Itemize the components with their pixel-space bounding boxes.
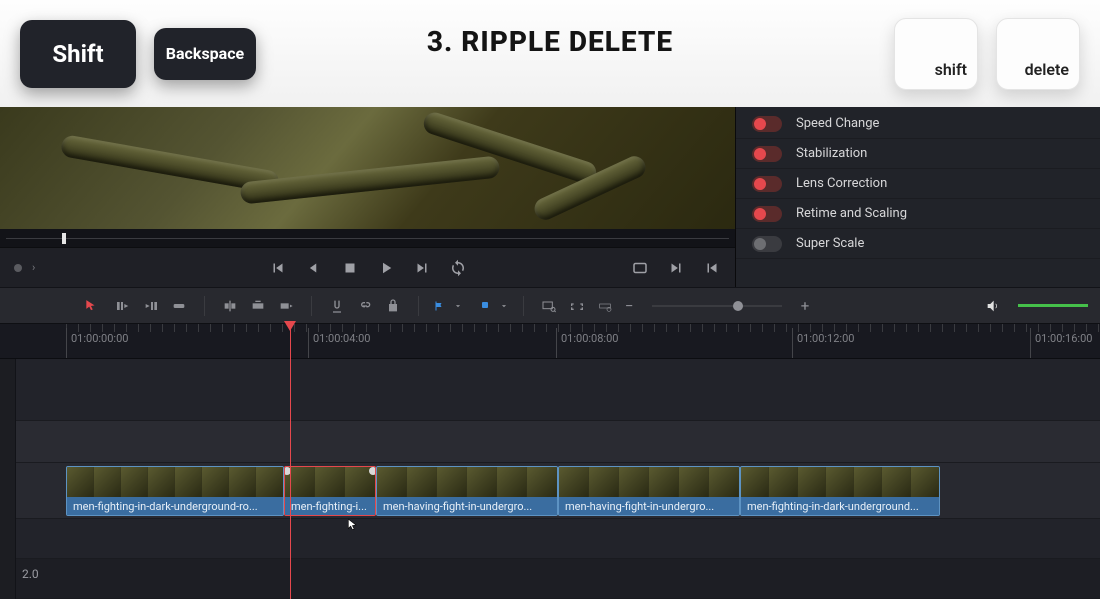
inspector-row[interactable]: Lens Correction [736, 169, 1100, 199]
clip-label: men-fighting-i... [285, 497, 375, 516]
video-clip[interactable]: men-having-fight-in-undergro... [376, 466, 558, 516]
inspector-row[interactable]: Super Scale [736, 229, 1100, 259]
loop-icon[interactable] [449, 259, 467, 277]
prev-clip-icon[interactable] [269, 259, 287, 277]
timeline-toolbar: − + [0, 287, 1100, 323]
inspector-label: Speed Change [796, 116, 879, 131]
ruler-tick: 01:00:12:00 [792, 328, 854, 358]
video-clip-selected[interactable]: men-fighting-i... [284, 466, 376, 516]
ruler-tick: 01:00:08:00 [556, 328, 618, 358]
in-point-marker[interactable] [62, 233, 66, 244]
link-icon[interactable] [354, 295, 376, 317]
timeline-tracks[interactable]: 2.0 men-fighting-in-dark-underground-ro.… [0, 359, 1100, 599]
inspector-label: Lens Correction [796, 176, 887, 191]
viewer-video[interactable] [0, 107, 735, 229]
key-shift: Shift [20, 20, 136, 88]
go-end-icon[interactable] [667, 259, 685, 277]
audio-level-label: 2.0 [22, 567, 39, 581]
video-clip[interactable]: men-fighting-in-dark-underground-ro... [66, 466, 284, 516]
toggle-icon[interactable] [752, 116, 782, 132]
clip-label: men-fighting-in-dark-underground-ro... [67, 497, 283, 516]
transport-bar: › [0, 247, 735, 287]
stop-icon[interactable] [341, 259, 359, 277]
tutorial-banner: Shift Backspace 3. RIPPLE DELETE shift d… [0, 0, 1100, 107]
key-delete-right: delete [996, 18, 1080, 90]
clip-label: men-having-fight-in-undergro... [377, 497, 557, 516]
inspector-row[interactable]: Stabilization [736, 139, 1100, 169]
timeline-ruler[interactable]: 01:00:00:00 01:00:04:00 01:00:08:00 01:0… [0, 323, 1100, 359]
volume-slider[interactable] [1018, 304, 1088, 307]
mouse-cursor-icon [346, 516, 360, 534]
selection-tool-icon[interactable] [84, 299, 98, 313]
zoom-out-button[interactable]: − [622, 299, 636, 313]
toggle-icon[interactable] [752, 236, 782, 252]
key-shift-right: shift [894, 18, 978, 90]
zoom-slider[interactable] [652, 305, 782, 307]
viewer-scrubber[interactable] [0, 229, 735, 247]
overwrite-icon[interactable] [247, 295, 269, 317]
viewer-panel: › [0, 107, 735, 287]
trim-in-icon[interactable] [112, 295, 134, 317]
ruler-tick: 01:00:04:00 [308, 328, 370, 358]
flag-blue-icon[interactable] [433, 299, 445, 313]
snap-icon[interactable] [326, 295, 348, 317]
playhead[interactable] [290, 323, 291, 599]
trim-out-icon[interactable] [140, 295, 162, 317]
inspector-label: Retime and Scaling [796, 206, 907, 221]
marker-blue-icon[interactable] [479, 299, 491, 313]
zoom-in-button[interactable]: + [798, 299, 812, 313]
go-start-icon[interactable] [703, 259, 721, 277]
blade-tool-icon[interactable] [168, 295, 190, 317]
replace-icon[interactable] [275, 295, 297, 317]
play-icon[interactable] [377, 259, 395, 277]
clip-handle-right[interactable] [369, 467, 376, 475]
video-editor-app: › Speed Change Stabilizatio [0, 107, 1100, 598]
status-dot [14, 264, 22, 272]
video-clip[interactable]: men-fighting-in-dark-underground... [740, 466, 940, 516]
ruler-tick: 01:00:00:00 [66, 328, 128, 358]
video-clip[interactable]: men-having-fight-in-undergro... [558, 466, 740, 516]
step-back-icon[interactable] [305, 259, 323, 277]
insert-icon[interactable] [219, 295, 241, 317]
toggle-icon[interactable] [752, 206, 782, 222]
lock-icon[interactable] [382, 295, 404, 317]
inspector-panel: Speed Change Stabilization Lens Correcti… [735, 107, 1100, 287]
ruler-tick: 01:00:16:00 [1030, 328, 1092, 358]
banner-title: 3. RIPPLE DELETE [427, 25, 673, 58]
search-timeline-icon[interactable] [538, 295, 560, 317]
volume-icon[interactable] [982, 295, 1004, 317]
clip-label: men-having-fight-in-undergro... [559, 497, 739, 516]
chevron-down-icon[interactable] [499, 301, 509, 311]
inspector-row[interactable]: Retime and Scaling [736, 199, 1100, 229]
inspector-row[interactable]: Speed Change [736, 109, 1100, 139]
next-clip-icon[interactable] [413, 259, 431, 277]
inspector-label: Stabilization [796, 146, 867, 161]
key-backspace: Backspace [154, 28, 256, 80]
chevron-down-icon[interactable] [453, 301, 463, 311]
track-gutter [0, 359, 16, 599]
zoom-detail-icon[interactable] [594, 295, 616, 317]
match-frame-icon[interactable] [631, 259, 649, 277]
inspector-label: Super Scale [796, 236, 864, 251]
chevron-right-icon[interactable]: › [32, 261, 35, 274]
toggle-icon[interactable] [752, 146, 782, 162]
toggle-icon[interactable] [752, 176, 782, 192]
clip-label: men-fighting-in-dark-underground... [741, 497, 939, 516]
zoom-full-icon[interactable] [566, 295, 588, 317]
